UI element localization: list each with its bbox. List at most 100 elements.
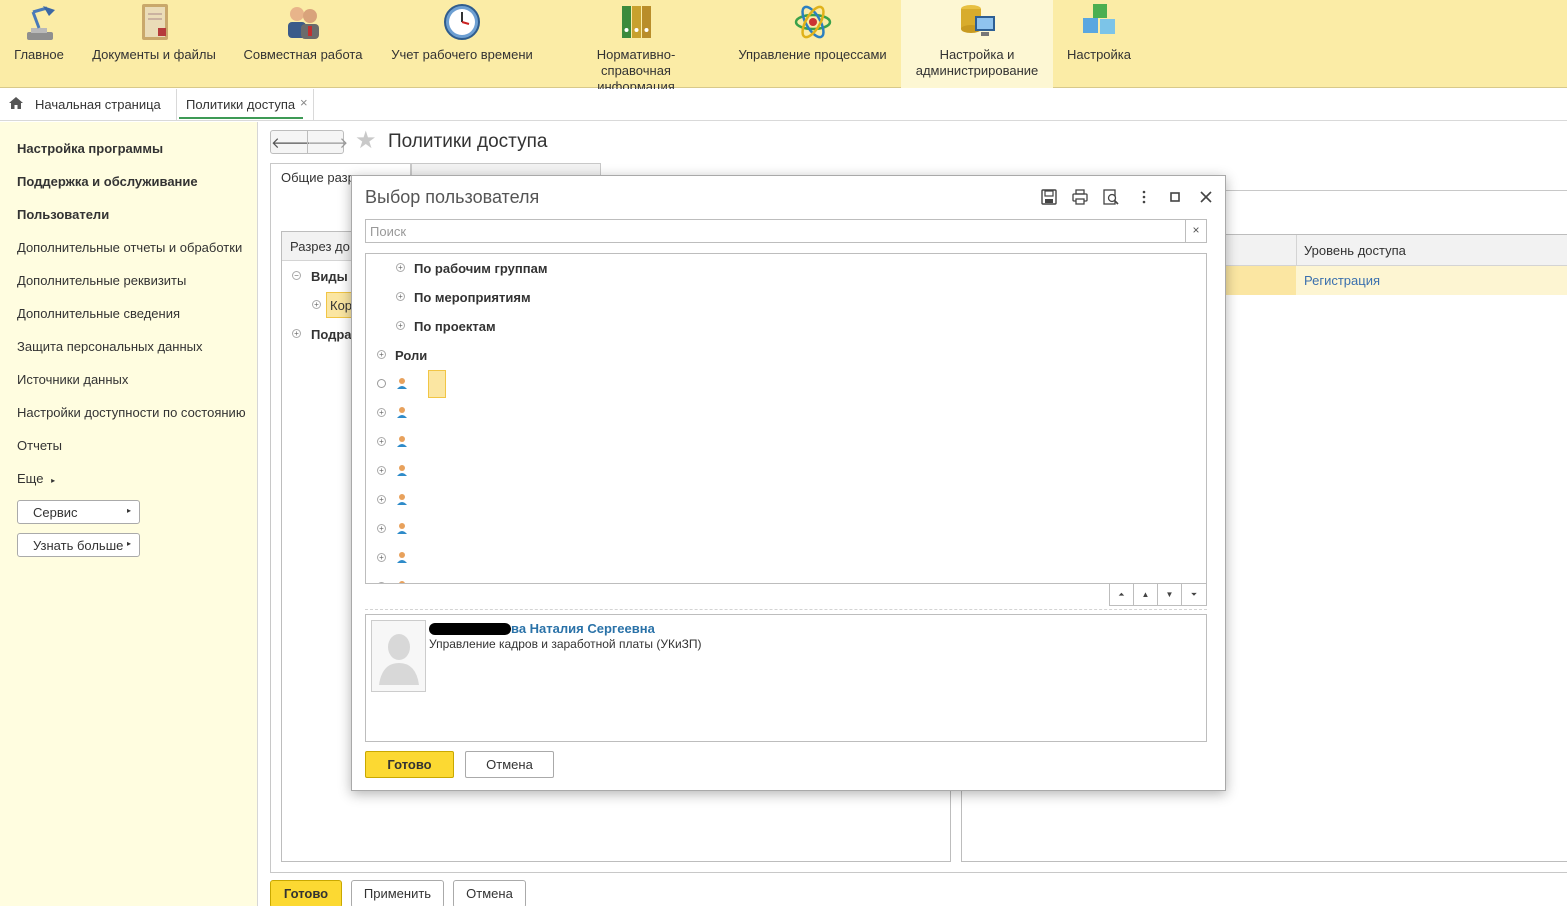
nav-availability-settings[interactable]: Настройки доступности по состоянию — [17, 405, 246, 420]
form-ok-button[interactable]: Готово — [270, 880, 342, 906]
user-icon — [397, 465, 407, 476]
nav-additional-attributes[interactable]: Дополнительные реквизиты — [17, 273, 186, 288]
tab-label: Политики доступа — [186, 97, 296, 112]
nav-more[interactable]: Еще ▸ — [17, 471, 55, 486]
section-admin[interactable]: Настройка и администрирование — [901, 0, 1053, 88]
user-icon — [397, 407, 407, 418]
section-reference-info[interactable]: Нормативно-справочная информация — [548, 0, 724, 94]
dialog-ok-button[interactable]: Готово — [365, 751, 454, 778]
tab-access-policies[interactable]: Политики доступа × — [176, 89, 314, 120]
nav-additional-reports[interactable]: Дополнительные отчеты и обработки — [17, 240, 242, 255]
user-silhouette-icon — [379, 634, 419, 685]
scroll-down-icon[interactable]: ▼ — [1158, 584, 1182, 605]
selected-user-cell[interactable] — [428, 370, 446, 398]
chevron-right-icon: ▸ — [126, 506, 131, 515]
chevron-right-icon: ▸ — [126, 539, 131, 548]
tree-row-label[interactable]: Подра — [311, 327, 352, 342]
expand-icon[interactable]: + — [377, 437, 386, 446]
learn-more-button[interactable]: Узнать больше ▸ — [17, 533, 140, 557]
tree-node-projects[interactable]: По проектам — [414, 319, 496, 334]
tree-node-work-groups[interactable]: По рабочим группам — [414, 261, 547, 276]
close-icon[interactable] — [1198, 189, 1214, 205]
back-arrow-icon[interactable]: 🡐 — [271, 133, 311, 152]
search-input[interactable]: Поиск × — [365, 219, 1207, 243]
user-selection-dialog: Выбор пользователя Поиск × + По рабочим … — [351, 175, 1226, 791]
section-collaboration[interactable]: Совместная работа — [230, 0, 376, 88]
user-department: Управление кадров и заработной платы (УК… — [429, 637, 702, 651]
more-actions-icon[interactable] — [1136, 189, 1152, 205]
scroll-up-icon[interactable]: ▲ — [1134, 584, 1158, 605]
expand-icon[interactable]: + — [396, 292, 405, 301]
nav-support[interactable]: Поддержка и обслуживание — [17, 174, 198, 189]
expand-icon[interactable]: + — [377, 495, 386, 504]
nav-program-settings[interactable]: Настройка программы — [17, 141, 163, 156]
section-label: Совместная работа — [243, 47, 363, 62]
clear-search-icon[interactable]: × — [1185, 220, 1206, 242]
avatar — [371, 620, 426, 692]
collapse-icon[interactable]: − — [292, 271, 301, 280]
section-settings[interactable]: Настройка — [1053, 0, 1145, 88]
expand-icon[interactable]: + — [292, 329, 301, 338]
nav-users[interactable]: Пользователи — [17, 207, 109, 222]
redaction-mark — [429, 623, 511, 635]
section-label: Главное — [14, 47, 64, 62]
tree-node-roles[interactable]: Роли — [395, 348, 427, 363]
column-header: Разрез до — [290, 239, 350, 254]
dialog-cancel-button[interactable]: Отмена — [465, 751, 554, 778]
save-icon[interactable] — [1041, 189, 1057, 205]
expand-icon[interactable]: + — [312, 300, 321, 309]
users-tree[interactable]: + По рабочим группам + По мероприятиям +… — [365, 253, 1207, 584]
expand-icon[interactable]: + — [377, 553, 386, 562]
active-tab-underline — [179, 117, 303, 119]
user-icon — [397, 494, 407, 505]
nav-data-sources[interactable]: Источники данных — [17, 372, 128, 387]
tree-row-label[interactable]: Кор — [330, 298, 352, 313]
print-icon[interactable] — [1072, 189, 1088, 205]
scroll-to-top-icon[interactable]: ⏶ — [1110, 584, 1134, 605]
section-process-management[interactable]: Управление процессами — [724, 0, 901, 88]
tree-row-label[interactable]: Виды — [311, 269, 348, 284]
expand-icon[interactable]: + — [377, 350, 386, 359]
nav-personal-data-protection[interactable]: Защита персональных данных — [17, 339, 203, 354]
tab-home-label: Начальная страница — [35, 97, 161, 112]
favorite-star-icon[interactable]: ★ — [355, 128, 377, 154]
expand-icon[interactable]: + — [377, 466, 386, 475]
people-icon — [288, 7, 319, 39]
preview-icon[interactable] — [1103, 189, 1119, 205]
section-label: Нормативно-справочная информация — [596, 47, 676, 94]
expand-icon[interactable]: + — [377, 582, 386, 583]
forward-arrow-icon[interactable]: 🡒 — [308, 133, 348, 152]
section-time-tracking[interactable]: Учет рабочего времени — [376, 0, 548, 88]
tab-home[interactable]: Начальная страница — [0, 89, 170, 120]
dialog-title: Выбор пользователя — [365, 187, 540, 207]
user-icon — [397, 552, 407, 563]
expand-icon[interactable]: + — [377, 408, 386, 417]
clock-icon — [444, 4, 480, 40]
nav-additional-info[interactable]: Дополнительные сведения — [17, 306, 180, 321]
user-name-link[interactable]: ва Наталия Сергеевна — [511, 621, 655, 636]
user-icon — [399, 581, 405, 583]
section-main[interactable]: Главное — [0, 0, 78, 88]
form-title: Политики доступа — [388, 131, 548, 152]
nav-reports[interactable]: Отчеты — [17, 438, 62, 453]
access-level-link[interactable]: Регистрация — [1304, 273, 1380, 288]
expand-icon[interactable]: + — [377, 524, 386, 533]
sections-panel: Главное Документы и файлы Совместная раб… — [0, 0, 1567, 94]
form-cancel-button[interactable]: Отмена — [453, 880, 526, 906]
form-apply-button[interactable]: Применить — [351, 880, 444, 906]
computer-database-icon — [961, 5, 995, 36]
tree-node-events[interactable]: По мероприятиям — [414, 290, 531, 305]
expand-icon[interactable]: + — [396, 263, 405, 272]
service-button-label: Сервис — [33, 505, 78, 520]
search-placeholder: Поиск — [370, 224, 407, 239]
section-documents[interactable]: Документы и файлы — [78, 0, 230, 88]
service-button[interactable]: Сервис ▸ — [17, 500, 140, 524]
maximize-icon[interactable] — [1167, 189, 1183, 205]
section-label: Настройка и администрирование — [915, 47, 1039, 78]
left-navigation-panel: Настройка программы Поддержка и обслужив… — [0, 122, 258, 906]
expand-icon[interactable]: + — [396, 321, 405, 330]
scroll-to-bottom-icon[interactable]: ⏷ — [1182, 584, 1206, 605]
learn-more-button-label: Узнать больше — [33, 538, 124, 553]
user-info-panel: ва Наталия Сергеевна Управление кадров и… — [365, 614, 1207, 742]
close-icon[interactable]: × — [300, 95, 308, 110]
